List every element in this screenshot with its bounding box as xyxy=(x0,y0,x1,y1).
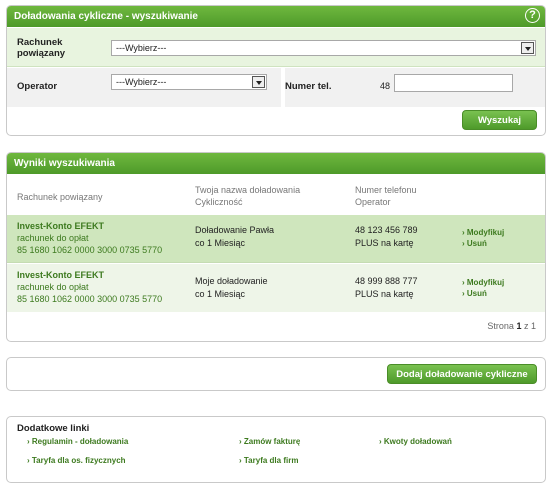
column-name-line1: Twoja nazwa doładowania xyxy=(195,185,301,195)
pager-total: 1 xyxy=(530,321,536,331)
column-name: Twoja nazwa doładowania Cykliczność xyxy=(195,184,300,208)
account-name: Invest-Konto EFEKT xyxy=(17,221,104,231)
operator-row: Operator ---Wybierz--- Numer tel. 48 xyxy=(7,68,545,107)
search-panel: Doładowania cykliczne - wyszukiwanie ? R… xyxy=(6,5,546,136)
recharge-name: Moje doładowanie xyxy=(195,276,268,286)
phone-input[interactable] xyxy=(394,74,513,92)
results-panel-title: Wyniki wyszukiwania xyxy=(14,158,115,169)
column-account: Rachunek powiązany xyxy=(17,192,103,202)
account-type: rachunek do opłat xyxy=(17,282,89,292)
link-recharge-amounts[interactable]: Kwoty doładowań xyxy=(379,437,452,446)
link-regulations[interactable]: Regulamin - doładowania xyxy=(27,437,128,446)
modify-link[interactable]: Modyfikuj xyxy=(462,228,504,237)
links-panel: Dodatkowe linki Regulamin - doładowania … xyxy=(6,416,546,483)
column-phone: Numer telefonu Operator xyxy=(355,184,417,208)
pager: Strona 1 z 1 xyxy=(487,321,536,331)
results-panel-header: Wyniki wyszukiwania xyxy=(7,153,545,174)
column-operator: Operator xyxy=(355,197,391,207)
phone-prefix: 48 xyxy=(380,81,391,91)
row-divider xyxy=(7,262,545,263)
column-frequency: Cykliczność xyxy=(195,197,243,207)
operator-select-value: ---Wybierz--- xyxy=(116,77,167,87)
link-tariff-individuals[interactable]: Taryfa dla os. fizycznych xyxy=(27,456,126,465)
results-panel: Wyniki wyszukiwania Rachunek powiązany T… xyxy=(6,152,546,342)
account-number: 85 1680 1062 0000 3000 0735 5770 xyxy=(17,245,163,255)
recharge-frequency: co 1 Miesiąc xyxy=(195,238,246,248)
search-panel-header: Doładowania cykliczne - wyszukiwanie ? xyxy=(7,6,545,27)
account-number: 85 1680 1062 0000 3000 0735 5770 xyxy=(17,294,163,304)
operator-label: Operator xyxy=(17,81,58,92)
help-icon[interactable]: ? xyxy=(525,8,540,23)
recharge-name: Doładowanie Pawła xyxy=(195,225,275,235)
account-label-line1: Rachunek xyxy=(17,37,63,48)
link-tariff-companies[interactable]: Taryfa dla firm xyxy=(239,456,299,465)
account-label: Rachunek powiązany xyxy=(17,37,65,59)
account-row: Rachunek powiązany ---Wybierz--- xyxy=(7,28,545,67)
pager-current[interactable]: 1 xyxy=(516,321,521,331)
table-row[interactable]: Invest-Konto EFEKT rachunek do opłat 85 … xyxy=(7,264,545,312)
pager-prefix: Strona xyxy=(487,321,514,331)
delete-link[interactable]: Usuń xyxy=(462,239,487,248)
add-panel: Dodaj doładowanie cykliczne xyxy=(6,357,546,391)
table-row[interactable]: Invest-Konto EFEKT rachunek do opłat 85 … xyxy=(7,215,545,263)
account-name: Invest-Konto EFEKT xyxy=(17,270,104,280)
links-title: Dodatkowe linki xyxy=(17,423,90,434)
operator-name: PLUS na kartę xyxy=(355,238,414,248)
modify-link[interactable]: Modyfikuj xyxy=(462,278,504,287)
delete-link[interactable]: Usuń xyxy=(462,289,487,298)
phone-number: 48 999 888 777 xyxy=(355,276,418,286)
account-type: rachunek do opłat xyxy=(17,233,89,243)
account-label-line2: powiązany xyxy=(17,48,66,59)
search-panel-title: Doładowania cykliczne - wyszukiwanie xyxy=(14,11,198,22)
account-select[interactable]: ---Wybierz--- xyxy=(111,40,536,56)
phone-number: 48 123 456 789 xyxy=(355,225,418,235)
search-button[interactable]: Wyszukaj xyxy=(462,110,537,130)
phone-label: Numer tel. xyxy=(285,81,332,92)
pager-separator: z xyxy=(523,321,529,331)
link-order-invoice[interactable]: Zamów fakturę xyxy=(239,437,300,446)
account-select-value: ---Wybierz--- xyxy=(116,43,167,53)
column-phone-line1: Numer telefonu xyxy=(355,185,417,195)
operator-select[interactable]: ---Wybierz--- xyxy=(111,74,267,90)
operator-name: PLUS na kartę xyxy=(355,289,414,299)
add-recurring-button[interactable]: Dodaj doładowanie cykliczne xyxy=(387,364,537,384)
recharge-frequency: co 1 Miesiąc xyxy=(195,289,246,299)
chevron-down-icon[interactable] xyxy=(252,76,265,88)
chevron-down-icon[interactable] xyxy=(521,42,534,54)
